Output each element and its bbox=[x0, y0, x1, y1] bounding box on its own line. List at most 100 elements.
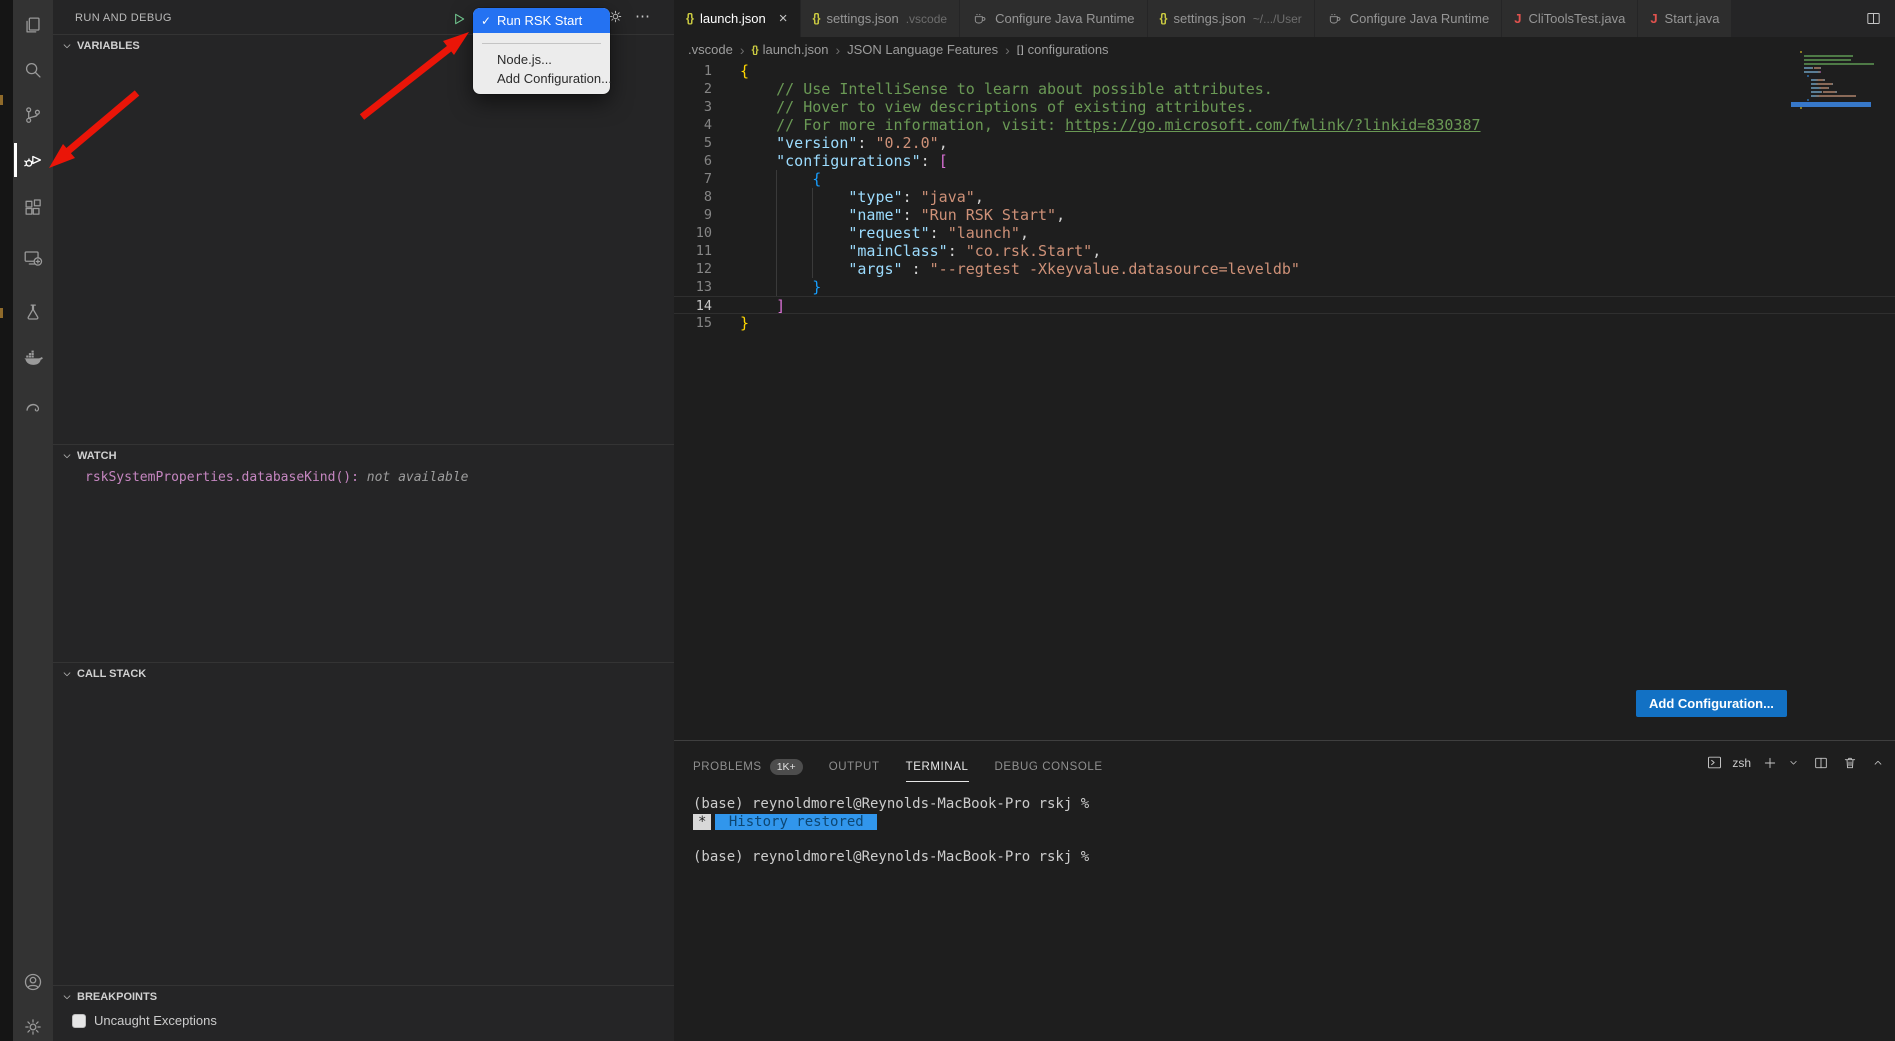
activity-item-docker[interactable] bbox=[13, 336, 53, 380]
panel-tab[interactable]: OUTPUT bbox=[829, 756, 880, 778]
chevron-down-icon bbox=[60, 667, 74, 681]
search-icon bbox=[22, 59, 44, 81]
sidebar-toolbar: ⋯ bbox=[607, 7, 651, 25]
terminal-line: (base) reynoldmorel@Reynolds-MacBook-Pro… bbox=[693, 796, 1089, 814]
panel-tab-bar: PROBLEMS1K+ OUTPUT TERMINAL DEBUG CONSOLE bbox=[693, 756, 1103, 778]
debug-icon bbox=[22, 149, 44, 171]
breakpoint-row: Uncaught Exceptions bbox=[72, 1013, 217, 1028]
activity-item-accounts[interactable] bbox=[13, 960, 53, 1004]
menu-item[interactable]: Add Configuration... bbox=[473, 69, 610, 88]
activity-item-extensions[interactable] bbox=[13, 186, 53, 230]
menu-item[interactable]: ✓Run RSK Start bbox=[473, 8, 610, 33]
java-file-icon: J bbox=[1514, 11, 1521, 26]
activity-item-explorer[interactable] bbox=[13, 3, 53, 47]
java-runtime-cup-icon bbox=[1327, 11, 1343, 27]
code-line: 5 "version": "0.2.0", bbox=[674, 134, 1895, 152]
line-number: 13 bbox=[674, 278, 718, 296]
line-number: 11 bbox=[674, 242, 718, 260]
json-icon: {} bbox=[813, 13, 820, 25]
more-actions-icon[interactable]: ⋯ bbox=[635, 7, 651, 25]
maximize-panel-icon[interactable] bbox=[1871, 756, 1885, 770]
editor-tab[interactable]: {}launch.json× bbox=[674, 0, 801, 37]
indent-guide bbox=[812, 188, 813, 278]
code-line: 12 "args" : "--regtest -Xkeyvalue.dataso… bbox=[674, 260, 1895, 278]
editor-area: {}launch.json×{}settings.json.vscodeConf… bbox=[674, 0, 1895, 740]
line-number: 3 bbox=[674, 98, 718, 116]
watch-expression[interactable]: rskSystemProperties.databaseKind(): not … bbox=[85, 470, 469, 485]
code-line: 1{ bbox=[674, 62, 1895, 80]
terminal-line: * History restored bbox=[693, 814, 1089, 832]
history-restored-text: History restored bbox=[715, 814, 877, 830]
uncaught-exceptions-checkbox[interactable] bbox=[72, 1014, 86, 1028]
editor-tab[interactable]: Configure Java Runtime bbox=[1315, 0, 1502, 37]
menu-separator bbox=[482, 43, 601, 44]
breadcrumb-separator: › bbox=[740, 42, 745, 58]
kill-terminal-icon[interactable] bbox=[1842, 755, 1858, 771]
line-number: 7 bbox=[674, 170, 718, 188]
line-number: 8 bbox=[674, 188, 718, 206]
breadcrumb: .vscode › {}launch.json › JSON Language Feat… bbox=[674, 37, 1895, 62]
code-line: 9 "name": "Run RSK Start", bbox=[674, 206, 1895, 224]
activity-item-gradle[interactable] bbox=[13, 384, 53, 428]
activity-bar bbox=[13, 0, 53, 1041]
code-line: 3 // Hover to view descriptions of exist… bbox=[674, 98, 1895, 116]
activity-item-remote-explorer[interactable] bbox=[13, 236, 53, 280]
run-and-debug-sidebar: RUN AND DEBUG ⋯ VARIABLES WATCH rskSyste… bbox=[53, 0, 674, 1041]
section-header-breakpoints[interactable]: BREAKPOINTS bbox=[53, 985, 674, 1007]
screen-edge-strip bbox=[0, 0, 13, 1041]
checkmark-icon: ✓ bbox=[481, 14, 491, 28]
editor-tab[interactable]: JStart.java bbox=[1638, 0, 1732, 37]
terminal-profile-chevron-icon[interactable] bbox=[1787, 756, 1800, 769]
panel-tab[interactable]: PROBLEMS1K+ bbox=[693, 756, 803, 778]
terminal-launch-icon[interactable] bbox=[1706, 754, 1723, 771]
indent-guide bbox=[776, 170, 777, 296]
add-configuration-button[interactable]: Add Configuration... bbox=[1636, 690, 1787, 717]
editor-tab[interactable]: {}settings.json.vscode bbox=[801, 0, 961, 37]
start-debugging-play-icon[interactable] bbox=[451, 11, 467, 27]
gear-icon bbox=[22, 1016, 44, 1038]
split-terminal-icon[interactable] bbox=[1813, 755, 1829, 771]
files-icon bbox=[22, 14, 44, 36]
line-number: 15 bbox=[674, 314, 718, 332]
breadcrumb-item[interactable]: {}launch.json bbox=[751, 42, 828, 57]
line-number: 9 bbox=[674, 206, 718, 224]
shell-label: zsh bbox=[1732, 756, 1751, 770]
edge-marker bbox=[0, 95, 3, 105]
panel-tab[interactable]: TERMINAL bbox=[906, 756, 969, 778]
breadcrumb-separator: › bbox=[1005, 42, 1010, 58]
menu-item[interactable]: Node.js... bbox=[473, 50, 610, 69]
new-terminal-icon[interactable] bbox=[1762, 755, 1778, 771]
terminal-output[interactable]: (base) reynoldmorel@Reynolds-MacBook-Pro… bbox=[693, 796, 1089, 866]
watch-value: not available bbox=[367, 470, 469, 485]
activity-item-search[interactable] bbox=[13, 48, 53, 92]
chevron-down-icon bbox=[60, 449, 74, 463]
editor-tab[interactable]: {}settings.json~/.../User bbox=[1148, 0, 1315, 37]
editor-tab[interactable]: JCliToolsTest.java bbox=[1502, 0, 1638, 37]
code-line: 8 "type": "java", bbox=[674, 188, 1895, 206]
breadcrumb-item[interactable]: JSON Language Features bbox=[847, 42, 998, 57]
source-control-icon bbox=[22, 104, 44, 126]
minimap[interactable] bbox=[1800, 50, 1862, 110]
java-runtime-cup-icon bbox=[972, 11, 988, 27]
code-line: 10 "request": "launch", bbox=[674, 224, 1895, 242]
panel-tab[interactable]: DEBUG CONSOLE bbox=[995, 756, 1103, 778]
docker-icon bbox=[22, 347, 44, 369]
breadcrumb-item[interactable]: .vscode bbox=[688, 42, 733, 57]
breadcrumb-separator: › bbox=[835, 42, 840, 58]
extensions-icon bbox=[22, 197, 44, 219]
activity-item-run-and-debug[interactable] bbox=[13, 138, 53, 182]
history-marker: * bbox=[693, 814, 711, 830]
activity-item-manage[interactable] bbox=[13, 1005, 53, 1041]
section-header-call-stack[interactable]: CALL STACK bbox=[53, 662, 674, 684]
split-editor-icon[interactable] bbox=[1851, 0, 1895, 37]
close-icon[interactable]: × bbox=[779, 10, 788, 27]
comment-link[interactable]: https://go.microsoft.com/fwlink/?linkid=… bbox=[1065, 116, 1480, 134]
breadcrumb-item[interactable]: [ ]configurations bbox=[1017, 42, 1109, 57]
activity-item-testing[interactable] bbox=[13, 290, 53, 334]
editor-tab[interactable]: Configure Java Runtime bbox=[960, 0, 1147, 37]
line-number: 10 bbox=[674, 224, 718, 242]
activity-item-source-control[interactable] bbox=[13, 93, 53, 137]
section-header-watch[interactable]: WATCH bbox=[53, 444, 674, 466]
code-view[interactable]: 1{2 // Use IntelliSense to learn about p… bbox=[674, 62, 1895, 332]
line-number: 1 bbox=[674, 62, 718, 80]
